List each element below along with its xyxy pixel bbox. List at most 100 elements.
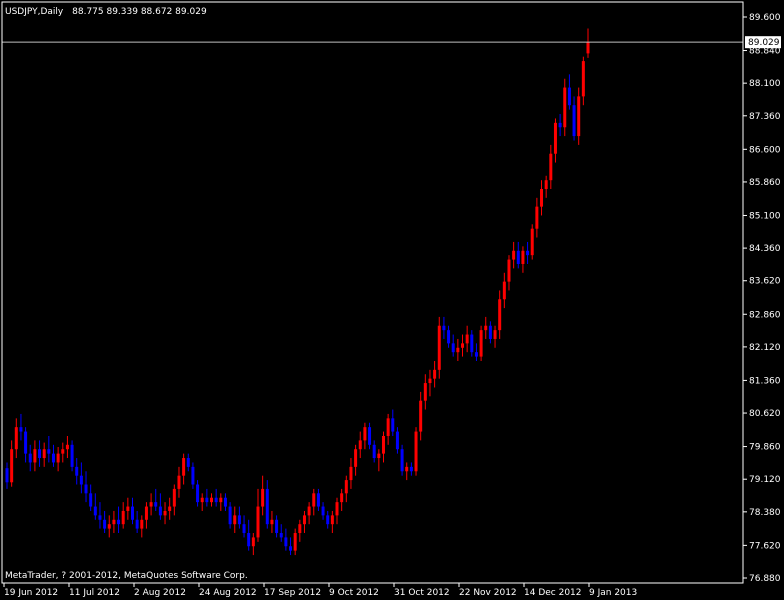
candle xyxy=(279,524,283,542)
candle xyxy=(98,502,102,529)
candle xyxy=(330,510,334,534)
candle xyxy=(340,488,344,511)
candle-body xyxy=(316,493,320,507)
candle-body xyxy=(14,427,18,450)
candle xyxy=(526,241,530,264)
chart-header: USDJPY,Daily 88.775 89.339 88.672 89.029 xyxy=(5,7,207,17)
candle-body xyxy=(395,431,399,450)
candle-body xyxy=(24,431,28,454)
candle-body xyxy=(349,466,353,481)
candle xyxy=(358,431,362,459)
candle-body xyxy=(163,510,167,516)
candle xyxy=(479,325,483,362)
candle-body xyxy=(284,537,288,547)
candle-body xyxy=(581,61,585,97)
candle-body xyxy=(321,506,325,516)
candle xyxy=(172,484,176,516)
candle-body xyxy=(563,87,567,128)
time-tick-label: 31 Oct 2012 xyxy=(394,588,450,598)
price-marker-label: 89.029 xyxy=(748,38,780,48)
candle-body xyxy=(70,444,74,467)
candle-body xyxy=(293,533,297,551)
candle-body xyxy=(28,453,32,463)
candle xyxy=(563,78,567,137)
candle-body xyxy=(558,122,562,128)
candle xyxy=(516,241,520,269)
price-tick-label: 83.620 xyxy=(749,277,781,287)
candle xyxy=(391,409,395,436)
price-tick-label: 80.620 xyxy=(749,409,781,419)
candle xyxy=(572,96,576,141)
candle-body xyxy=(335,502,339,516)
candle-body xyxy=(419,400,423,432)
candle-body xyxy=(526,250,530,256)
candle-body xyxy=(307,506,311,516)
candle-body xyxy=(186,458,190,467)
candle-body xyxy=(19,427,23,432)
candle xyxy=(461,334,465,357)
candle xyxy=(117,506,121,534)
candle-body xyxy=(47,449,51,454)
candle-body xyxy=(107,524,111,529)
candle xyxy=(470,330,474,357)
price-tick-label: 84.360 xyxy=(749,244,781,254)
candle-body xyxy=(89,493,93,507)
candle xyxy=(251,533,255,556)
candle xyxy=(521,246,525,273)
candle xyxy=(289,537,293,556)
candle xyxy=(567,74,571,110)
candle xyxy=(93,493,97,520)
candle xyxy=(451,334,455,357)
candle-body xyxy=(368,427,372,445)
candle xyxy=(177,466,181,498)
candle-body xyxy=(233,515,237,525)
candle-body xyxy=(275,519,279,534)
candle-body xyxy=(442,325,446,331)
candle xyxy=(154,488,158,511)
price-axis[interactable]: 89.60088.84088.10087.36086.60085.86085.1… xyxy=(743,13,781,584)
candle-body xyxy=(223,497,227,507)
candle xyxy=(316,488,320,511)
candle-body xyxy=(196,484,200,503)
candle-body xyxy=(112,519,116,525)
price-chart[interactable]: 89.60088.84088.10087.36086.60085.86085.1… xyxy=(0,0,784,600)
candle-body xyxy=(56,453,60,463)
candle-body xyxy=(302,515,306,525)
candle xyxy=(24,427,28,463)
price-tick-label: 85.860 xyxy=(749,178,781,188)
candle xyxy=(56,447,60,472)
candle-body xyxy=(377,453,381,459)
candle-body xyxy=(177,475,181,489)
price-tick-label: 87.360 xyxy=(749,112,781,122)
candle-body xyxy=(363,427,367,441)
candle-body xyxy=(409,466,413,472)
candle-body xyxy=(130,506,134,520)
candle xyxy=(84,471,88,503)
candle xyxy=(228,502,232,529)
candle xyxy=(400,444,404,476)
candle xyxy=(535,197,539,238)
candle xyxy=(437,316,441,379)
candle xyxy=(474,343,478,362)
candle xyxy=(372,440,376,463)
candle-body xyxy=(461,343,465,348)
candle xyxy=(112,510,116,534)
candle-body xyxy=(507,259,511,282)
candle-body xyxy=(488,325,492,339)
time-tick-label: 24 Aug 2012 xyxy=(199,588,257,598)
candle-body xyxy=(340,493,344,503)
candle xyxy=(10,440,14,487)
candle-body xyxy=(117,519,121,525)
time-axis[interactable]: 19 Jun 2012 11 Jul 2012 2 Aug 2012 24 Aug 2… xyxy=(3,583,637,598)
candle-body xyxy=(358,440,362,450)
candle xyxy=(326,510,330,529)
candle xyxy=(186,453,190,472)
copyright-text: MetaTrader, ? 2001-2012, MetaQuotes Soft… xyxy=(5,571,248,581)
candle-body xyxy=(103,519,107,529)
candle-body xyxy=(200,497,204,503)
candle-body xyxy=(33,449,37,463)
candle xyxy=(70,440,74,472)
candle xyxy=(549,144,553,190)
candle xyxy=(540,180,544,216)
candle-body xyxy=(572,105,576,137)
